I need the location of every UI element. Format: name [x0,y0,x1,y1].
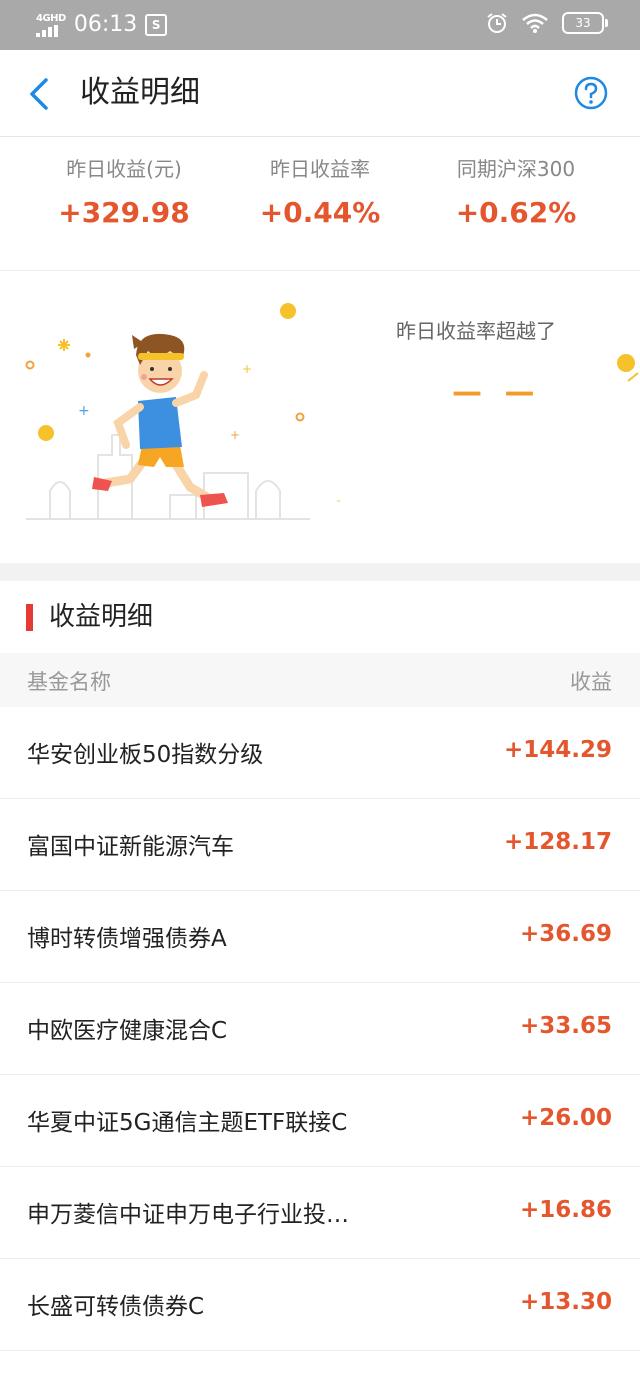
fund-gain: +16.86 [519,1197,612,1223]
stat-label: 昨日收益(元) [66,157,182,181]
fund-name: 富国中证新能源汽车 [27,834,234,860]
status-left: 4GHD 06:13 S [36,10,168,40]
section-divider [0,563,640,581]
sim-card-icon: S [145,14,168,36]
summary-stats: 昨日收益(元) +329.98 昨日收益率 +0.44% 同期沪深300 +0.… [0,137,640,271]
table-header: 基金名称 收益 [0,653,640,708]
status-bar: 4GHD 06:13 S 33 [0,0,640,50]
fund-gain: +128.17 [503,829,612,855]
network-type: 4GHD [36,12,66,24]
ranking-banner: + + + + [0,271,640,563]
fund-row[interactable]: 博时转债增强债券A +36.69 [0,891,640,983]
fund-row[interactable]: 华夏中证5G通信主题ETF联接C +26.00 [0,1075,640,1167]
section-marker [26,604,33,631]
stat-yesterday-rate: 昨日收益率 +0.44% [220,155,420,233]
banner-text: 昨日收益率超越了 [396,319,556,343]
fund-name: 博时转债增强债券A [27,926,227,952]
section-header: 收益明细 [0,581,640,653]
fund-gain: +144.29 [503,737,612,763]
fund-row[interactable]: 华安创业板50指数分级 +144.29 [0,707,640,799]
question-circle-icon[interactable] [574,76,608,110]
column-header-gain: 收益 [570,670,612,694]
stat-yesterday-earnings: 昨日收益(元) +329.98 [24,155,224,233]
fund-name: 华夏中证5G通信主题ETF联接C [27,1110,348,1136]
fund-gain: +26.00 [519,1105,612,1131]
fund-name: 长盛可转债债券C [27,1294,205,1320]
section-title: 收益明细 [49,602,154,632]
fund-row[interactable]: 申万菱信中证申万电子行业投… +16.86 [0,1167,640,1259]
stat-csi300: 同期沪深300 +0.62% [416,155,616,233]
svg-text:+: + [336,494,340,508]
fund-gain: +13.30 [519,1289,612,1315]
fund-name: 华安创业板50指数分级 [27,742,264,768]
battery-level: 33 [575,16,591,30]
fund-name: 申万菱信中证申万电子行业投… [27,1202,349,1228]
svg-text:+: + [78,403,90,419]
fund-row[interactable]: 长盛可转债债券C +13.30 [0,1259,640,1351]
signal-indicator: 4GHD [36,12,66,37]
nav-bar: 收益明细 [0,50,640,137]
banner-value: — — [452,375,541,410]
fund-list: 华安创业板50指数分级 +144.29 富国中证新能源汽车 +128.17 博时… [0,707,640,1351]
page-title: 收益明细 [80,75,200,110]
fund-name: 中欧医疗健康混合C [27,1018,228,1044]
status-time: 06:13 [73,12,138,37]
wifi-icon [522,13,548,33]
column-header-name: 基金名称 [27,670,111,694]
alarm-icon [487,13,507,33]
status-right: 33 [486,12,608,34]
fund-row[interactable]: 中欧医疗健康混合C +33.65 [0,983,640,1075]
fund-row[interactable]: 富国中证新能源汽车 +128.17 [0,799,640,891]
stat-label: 同期沪深300 [456,157,576,181]
stat-label: 昨日收益率 [270,157,370,181]
fund-gain: +33.65 [519,1013,612,1039]
svg-text:+: + [242,362,252,376]
stat-value: +0.62% [455,196,577,229]
stat-value: +329.98 [58,196,190,229]
coin-icon [617,354,639,382]
fund-gain: +36.69 [519,921,612,947]
stat-value: +0.44% [259,196,381,229]
svg-text:+: + [230,428,240,442]
chevron-left-icon[interactable] [22,74,62,114]
signal-icon [36,24,58,37]
runner-illustration: + + + + [25,303,340,520]
battery-icon: 33 [562,12,608,34]
